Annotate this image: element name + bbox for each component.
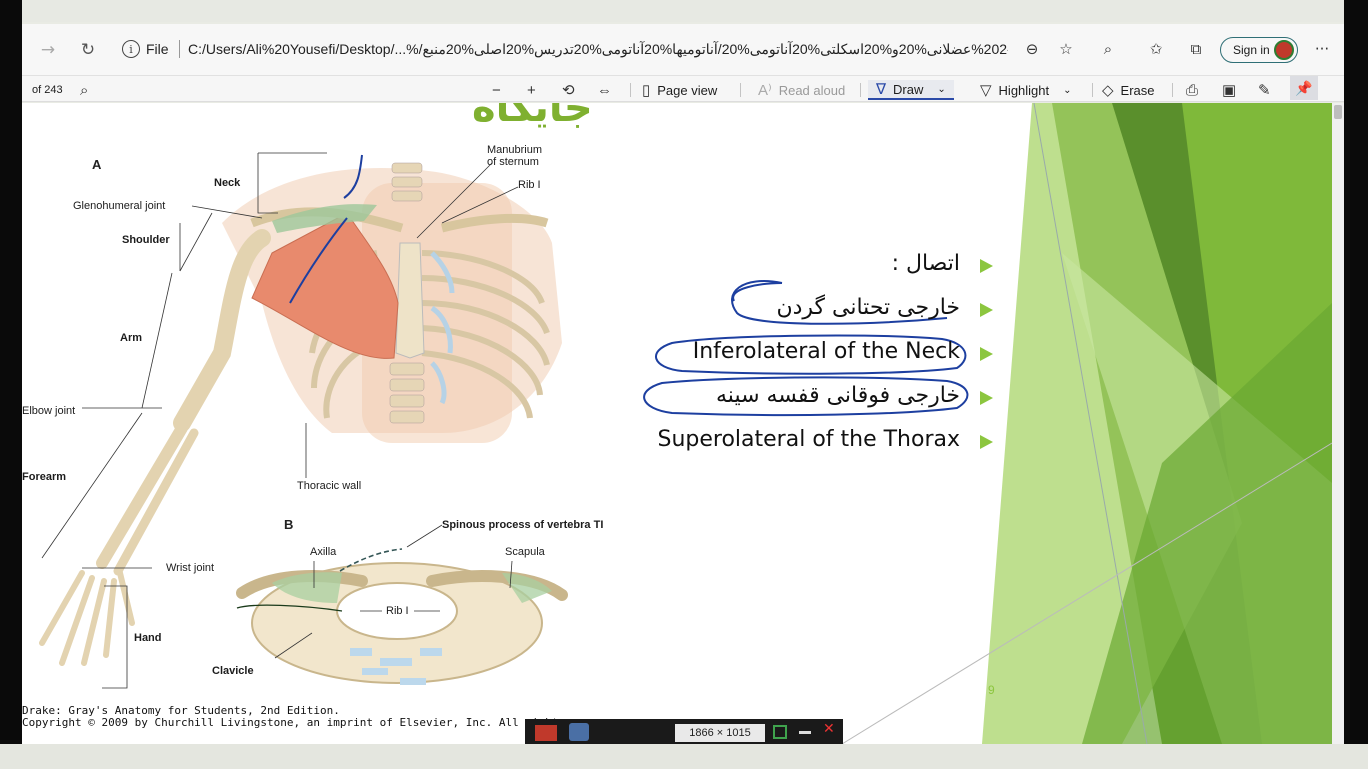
bullet-arrow-icon	[980, 347, 993, 361]
print-icon[interactable]: ⎙	[1186, 80, 1205, 100]
erase-label: Erase	[1120, 82, 1155, 98]
toolbar-divider	[740, 83, 741, 97]
browser-address-bar: → ↻ i File C:/Users/Ali%20Yousefi/Deskto…	[22, 24, 1344, 76]
forward-arrow-icon[interactable]: →	[36, 38, 60, 62]
draw-label: Draw	[893, 81, 924, 97]
favorites-icon[interactable]: ✩	[1146, 39, 1166, 59]
toolbar-divider	[1172, 83, 1173, 97]
figure-copyright: Copyright © 2009 by Churchill Livingston…	[22, 716, 559, 729]
slide-graphics	[39, 103, 1332, 744]
vertical-scrollbar[interactable]	[1332, 103, 1344, 744]
toolbar-divider	[630, 83, 631, 97]
chevron-down-icon[interactable]: ⌄	[1063, 85, 1071, 96]
page-view-label: Page view	[657, 82, 718, 98]
refresh-icon[interactable]: ↻	[76, 38, 100, 62]
slide-page-number: 9	[988, 683, 995, 697]
snip-dimensions: 1866 × 1015	[675, 724, 765, 742]
sign-in-label: Sign in	[1233, 43, 1270, 57]
more-options-icon[interactable]: ···	[1312, 39, 1332, 59]
pdf-search-icon[interactable]: ⌕	[80, 80, 95, 100]
page-view-icon: ▯	[642, 82, 651, 99]
label-elbow-joint: Elbow joint	[22, 405, 76, 417]
pdf-toolbar: of 243 ⌕ − + ⟲ ⇔ ▯ Page view A⁾ Read aloud…	[22, 76, 1344, 102]
label-shoulder: Shoulder	[122, 234, 170, 246]
top-strip	[0, 0, 1368, 22]
bullet-arrow-icon	[980, 435, 993, 449]
pin-toolbar-icon[interactable]: 📌	[1290, 76, 1318, 100]
bullet-text: Inferolateral of the Neck	[692, 339, 960, 364]
figure-letter-b: B	[284, 517, 294, 532]
zoom-out-button[interactable]: −	[492, 80, 508, 100]
search-icon[interactable]: ⌕	[1098, 39, 1118, 59]
snipping-tool-bar: 1866 × 1015 ✕	[525, 719, 843, 744]
info-icon[interactable]: i	[122, 40, 140, 58]
read-aloud-icon: A⁾	[758, 82, 772, 99]
label-forearm: Forearm	[22, 471, 67, 483]
label-spinous-process: Spinous process of vertebra TI	[442, 519, 604, 531]
maximize-icon[interactable]	[773, 725, 787, 739]
label-manubrium: Manubrium of sternum	[487, 144, 543, 168]
camera-icon[interactable]	[569, 723, 589, 741]
sign-in-button[interactable]: Sign in	[1220, 37, 1298, 63]
label-glenohumeral-joint: Glenohumeral joint	[73, 200, 166, 212]
pdf-page: جایگاه A B Manubrium of sternum Rib I Ne…	[22, 103, 1332, 744]
label-scapula: Scapula	[505, 546, 545, 558]
scrollbar-thumb[interactable]	[1334, 105, 1342, 119]
draw-button[interactable]: ∇ Draw ⌄	[868, 80, 954, 100]
bullet-text: Superolateral of the Thorax	[657, 427, 961, 452]
page-count: of 243	[32, 84, 63, 96]
bullet-text: خارجی تحتانی گردن	[776, 295, 960, 320]
label-axilla: Axilla	[310, 546, 337, 558]
left-letterbox	[0, 0, 22, 769]
zoom-in-button[interactable]: +	[527, 80, 543, 100]
label-hand: Hand	[134, 632, 162, 644]
minimize-icon[interactable]	[799, 731, 811, 734]
label-wrist-joint: Wrist joint	[166, 562, 215, 574]
label-neck: Neck	[214, 177, 241, 189]
eraser-icon: ◇	[1102, 82, 1114, 99]
toolbar-divider	[860, 83, 861, 97]
slide-title: جایگاه	[472, 103, 593, 131]
rotate-icon[interactable]: ⟲	[562, 80, 582, 100]
url-field[interactable]: C:/Users/Ali%20Yousefi/Desktop/...%/تدری…	[188, 41, 1008, 58]
bullet-text: اتصال :	[891, 251, 960, 276]
erase-button[interactable]: ◇ Erase	[1102, 80, 1155, 100]
zoom-out-icon[interactable]: ⊖	[1022, 39, 1042, 59]
chevron-down-icon[interactable]: ⌄	[937, 84, 945, 95]
right-letterbox	[1344, 0, 1368, 769]
highlight-icon: ▽	[980, 82, 992, 99]
page-view-button[interactable]: ▯ Page view	[642, 80, 717, 100]
highlight-button[interactable]: ▽ Highlight ⌄	[980, 80, 1072, 100]
bullet-text: خارجی فوقانی قفسه سینه	[716, 383, 960, 408]
bullet-arrow-icon	[980, 259, 993, 273]
save-icon[interactable]: ▣	[1222, 80, 1243, 100]
toolbar-divider	[1092, 83, 1093, 97]
label-clavicle: Clavicle	[212, 665, 254, 677]
fit-page-icon[interactable]: ⇔	[597, 80, 619, 100]
bottom-strip	[0, 744, 1368, 769]
label-rib-i-b: Rib I	[386, 605, 409, 617]
read-aloud-label: Read aloud	[778, 82, 846, 98]
screen-frame: → ↻ i File C:/Users/Ali%20Yousefi/Deskto…	[0, 0, 1368, 769]
divider	[179, 40, 180, 58]
draw-pen-icon: ∇	[876, 81, 887, 98]
avatar	[1274, 40, 1294, 60]
collections-icon[interactable]: ⧉	[1186, 39, 1206, 59]
label-thoracic-wall: Thoracic wall	[297, 480, 362, 492]
bullet-arrow-icon	[980, 391, 993, 405]
favorite-add-icon[interactable]: ☆	[1056, 39, 1076, 59]
label-arm: Arm	[120, 332, 143, 344]
bullet-arrow-icon	[980, 303, 993, 317]
record-icon[interactable]	[535, 725, 557, 741]
save-as-icon[interactable]: ✎	[1258, 80, 1278, 100]
close-icon[interactable]: ✕	[823, 721, 835, 737]
highlight-label: Highlight	[998, 82, 1050, 98]
figure-letter-a: A	[92, 157, 102, 172]
label-rib-i: Rib I	[518, 179, 541, 191]
file-label: File	[146, 41, 169, 57]
read-aloud-button[interactable]: A⁾ Read aloud	[758, 80, 845, 100]
